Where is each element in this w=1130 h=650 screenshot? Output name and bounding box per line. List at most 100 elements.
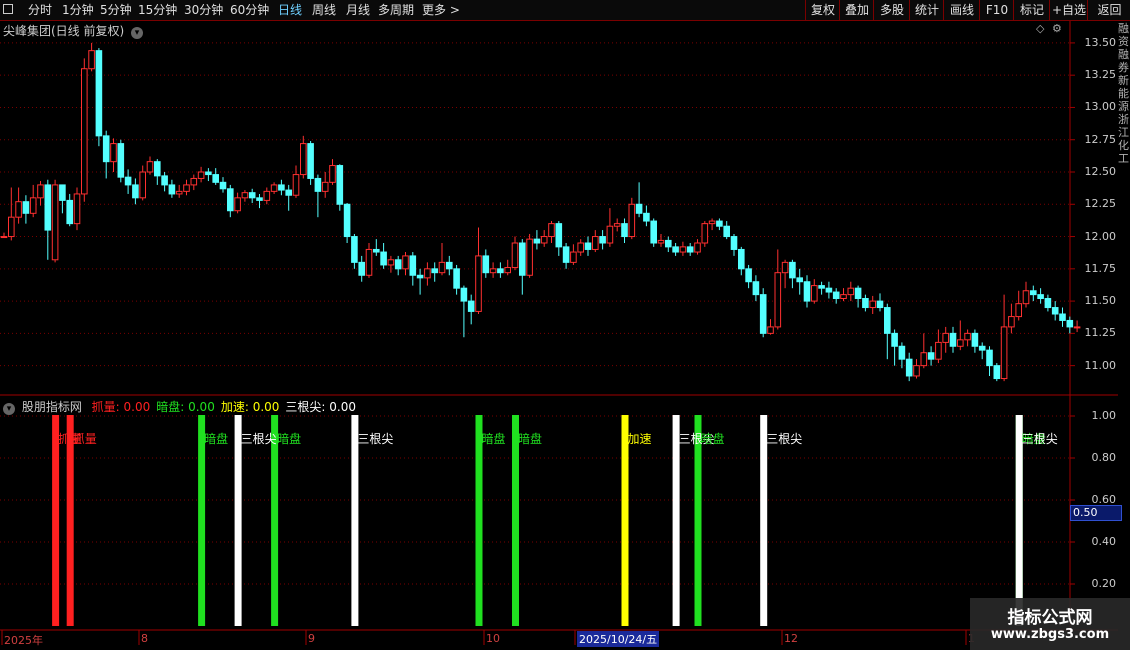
tab-period-0[interactable]: 分时 [28,2,52,18]
candle-up [424,268,431,279]
tab-period-1[interactable]: 1分钟 [62,2,94,18]
candle-down [256,197,263,201]
stock-title-text: 尖峰集团(日线 前复权) [3,24,125,38]
candle-down [993,365,1001,380]
candle-down [643,212,650,222]
candle-up [15,201,22,218]
candle-down [672,246,679,253]
toolbar-button-1[interactable]: 叠加 [839,0,874,20]
candle-up [774,272,782,328]
signal-label: 暗盘 [518,432,543,446]
legend-item: 加速: [220,400,253,414]
candlestick-chart[interactable] [0,0,1130,650]
diamond-icon[interactable]: ◇ [1036,22,1044,35]
candle-down [876,300,884,309]
candle-down [898,345,906,360]
candle-down [519,242,526,276]
signal-label: 加速 [627,432,652,446]
candle-down [227,188,234,212]
tab-period-9[interactable]: 多周期 [378,2,414,18]
candle-down [336,165,344,205]
toolbar-button-5[interactable]: F10 [979,0,1014,20]
candle-down [205,171,212,176]
signal-label: 暗盘 [481,432,506,446]
legend-value: 0.00 [123,400,151,414]
candle-down [95,50,103,137]
candle-up [679,246,687,253]
candle-down [599,236,606,244]
candle-down [467,300,475,312]
candle-up [387,259,395,266]
candle-up [438,261,446,274]
candle-up [767,326,774,334]
chevron-down-icon[interactable]: ▾ [131,27,144,39]
price-tick-label: 11.00 [1084,358,1117,372]
candle-down [351,236,358,263]
signal-label: 抓量 [72,432,97,446]
candle-down [358,261,365,276]
candle-up [489,268,497,274]
tab-period-10[interactable]: 更多 > [422,2,460,18]
candle-down [278,184,285,191]
indicator-name: 股朋指标网 [21,400,82,414]
toolbar-button-4[interactable]: 画线 [943,0,980,20]
candle-up [270,184,278,192]
candle-down [650,220,658,244]
toolbar-button-3[interactable]: 统计 [909,0,944,20]
watermark: 指标公式网 www.zbgs3.com [970,598,1130,650]
toolbar-button-7[interactable]: +自选 [1049,0,1088,20]
candle-up [1015,303,1023,318]
tab-period-5[interactable]: 60分钟 [230,2,269,18]
candle-down [730,236,738,250]
candle-up [183,184,190,192]
candle-down [248,192,256,199]
tab-period-7[interactable]: 周线 [312,2,336,18]
window-icon[interactable] [3,4,13,14]
candle-up [8,216,15,238]
tab-period-8[interactable]: 月线 [346,2,370,18]
candle-up [840,294,847,300]
toolbar-button-6[interactable]: 标记 [1013,0,1050,20]
signal-label: 暗盘 [277,432,302,446]
sector-tags-text: 融资融券 新能源 浙江 化工 [1118,22,1129,165]
tab-period-6[interactable]: 日线 [278,2,302,18]
legend-value: 0.00 [252,400,280,414]
toolbar-button-2[interactable]: 多股 [873,0,910,20]
candle-down [154,161,161,177]
candle-down [416,274,424,279]
candle-up [592,236,599,250]
candle-up [110,143,117,163]
candle-down [1044,298,1052,309]
candle-up [811,285,818,302]
candle-down [621,223,628,238]
value-tick-label: 0.40 [1091,535,1117,548]
candle-up [0,236,8,239]
sector-tags: 融资融券 新能源 浙江 化工 [1118,22,1130,392]
candle-up [81,68,88,195]
gear-icon[interactable]: ⚙ [1052,22,1062,35]
candle-down [818,285,825,289]
toolbar-button-0[interactable]: 复权 [805,0,840,20]
toolbar-button-8[interactable]: 返回 [1087,0,1130,20]
legend-value: 0.00 [329,400,356,414]
candle-down [431,268,438,274]
indicator-title: ▾ 股朋指标网 抓量: 0.00 暗盘: 0.00 加速: 0.00 三根尖: 0.0… [3,398,356,415]
candle-up [781,261,789,274]
candle-down [161,175,168,186]
candle-up [321,181,329,192]
candle-down [1030,290,1037,296]
candle-up [475,255,482,312]
candle-down [59,184,66,201]
tab-period-2[interactable]: 5分钟 [100,2,132,18]
candle-down [314,177,322,192]
tab-period-3[interactable]: 15分钟 [138,2,177,18]
candle-down [373,248,380,253]
signal-label: 三根尖 [357,432,394,446]
signal-label: 三根尖 [1021,432,1058,446]
candle-up [606,225,614,244]
candle-down [168,184,176,195]
candle-down [978,345,986,351]
chevron-down-icon[interactable]: ▾ [3,403,15,415]
tab-period-4[interactable]: 30分钟 [184,2,223,18]
candle-down [832,291,840,300]
